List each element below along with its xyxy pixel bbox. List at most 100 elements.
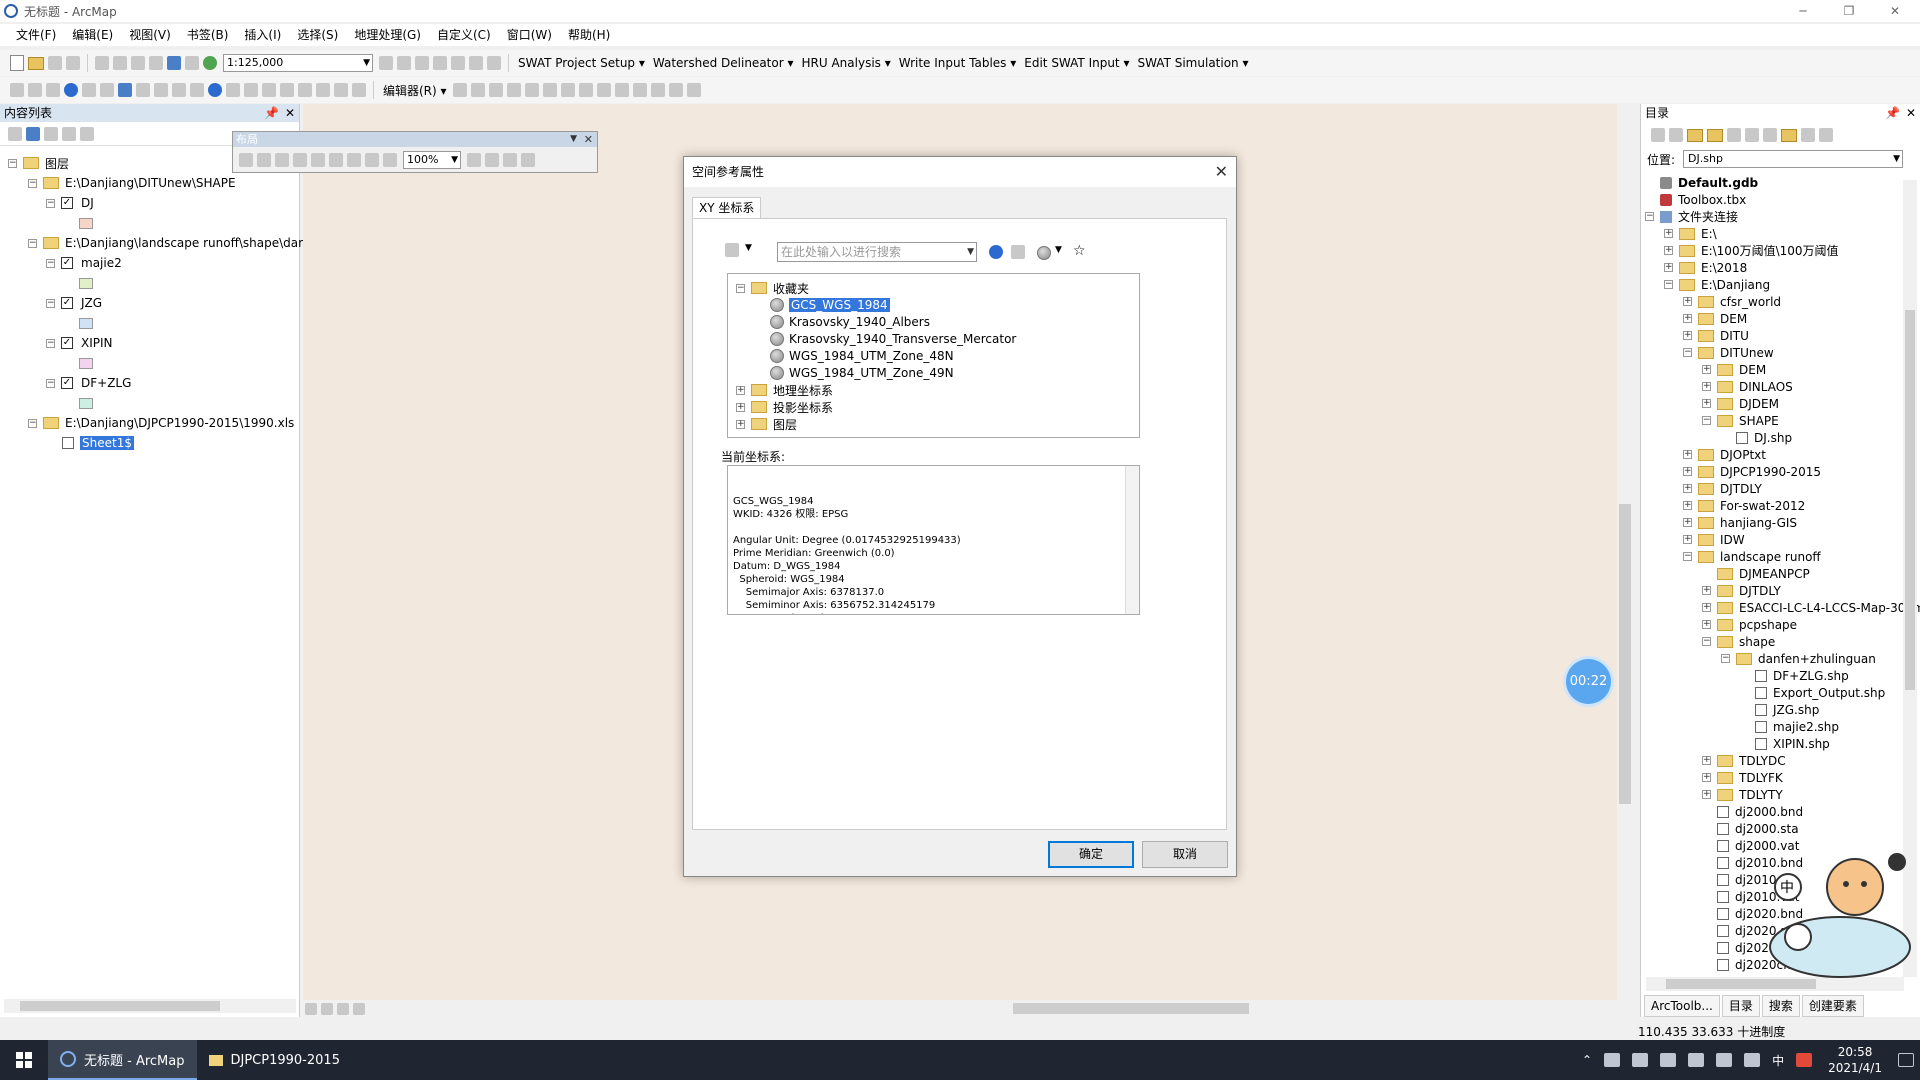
layer-visibility-checkbox[interactable]: ✓ — [61, 297, 73, 309]
measure-icon[interactable] — [262, 83, 276, 97]
open-icon[interactable] — [28, 56, 44, 70]
swat-simulation-menu[interactable]: SWAT Simulation ▾ — [1137, 56, 1248, 70]
volume-icon[interactable] — [1744, 1053, 1761, 1067]
tab-catalog[interactable]: 目录 — [1721, 995, 1760, 1017]
layout-zoom-combo[interactable]: 100% ▼ — [403, 151, 461, 169]
collapse-icon[interactable]: − — [28, 178, 37, 188]
select-features-icon[interactable] — [154, 83, 168, 97]
expand-icon[interactable]: + — [1683, 518, 1692, 527]
data-driven-pages-icon[interactable] — [521, 153, 535, 167]
tree-projected-cs[interactable]: + 投影坐标系 — [736, 399, 833, 415]
forward-extent-icon[interactable] — [136, 83, 150, 97]
tab-search[interactable]: 搜索 — [1761, 995, 1800, 1017]
catalog-item[interactable]: + E:\100万阈值\100万阈值 — [1664, 242, 1839, 259]
zoom-out-icon[interactable] — [257, 153, 271, 167]
end-point-arc-icon[interactable] — [506, 83, 521, 97]
restore-button[interactable]: ❐ — [1826, 0, 1872, 22]
expand-icon[interactable]: + — [1683, 484, 1692, 493]
catalog-item[interactable]: + TDLYTY — [1702, 786, 1783, 803]
catalog-item[interactable]: Export_Output.shp — [1740, 684, 1885, 701]
expand-icon[interactable]: + — [1683, 535, 1692, 544]
collapse-icon[interactable]: − — [1702, 637, 1711, 646]
trace-icon[interactable] — [524, 83, 539, 97]
catalog-item[interactable]: + DJOPtxt — [1683, 446, 1766, 463]
menu-geoprocessing[interactable]: 地理处理(G) — [346, 24, 429, 46]
pause-drawing-icon[interactable] — [353, 1002, 365, 1015]
catalog-item[interactable]: DF+ZLG.shp — [1740, 667, 1849, 684]
chevron-down-icon[interactable]: ▼ — [570, 132, 577, 147]
catalog-item[interactable]: + DJDEM — [1702, 395, 1779, 412]
expand-icon[interactable]: + — [1683, 467, 1692, 476]
expand-icon[interactable]: + — [1683, 331, 1692, 340]
notification-icon[interactable] — [1898, 1053, 1914, 1067]
point-icon[interactable] — [542, 83, 557, 97]
hyperlink-icon[interactable] — [226, 83, 240, 97]
expand-icon[interactable]: + — [736, 419, 745, 429]
expand-icon[interactable]: + — [1664, 263, 1673, 272]
catalog-item[interactable]: + cfsr_world — [1683, 293, 1781, 310]
close-button[interactable]: ✕ — [1872, 0, 1918, 22]
swat-project-setup-menu[interactable]: SWAT Project Setup ▾ — [518, 56, 645, 70]
search-icon[interactable] — [989, 245, 1003, 259]
toc-layer-xipin[interactable]: − ✓ XIPIN — [46, 334, 113, 352]
expand-icon[interactable]: + — [1683, 297, 1692, 306]
watershed-delineator-menu[interactable]: Watershed Delineator ▾ — [653, 56, 794, 70]
tree-geographic-cs[interactable]: + 地理坐标系 — [736, 382, 833, 398]
collapse-icon[interactable]: − — [1683, 348, 1692, 357]
catalog-item[interactable]: dj2000.sta — [1702, 820, 1799, 837]
taskbar-folder[interactable]: DJPCP1990-2015 — [197, 1040, 352, 1080]
back-extent-icon[interactable] — [118, 83, 132, 97]
search-input[interactable]: 在此处输入以进行搜索 ▼ — [777, 242, 977, 262]
tab-arctoolbox[interactable]: ArcToolb... — [1644, 995, 1720, 1017]
add-data-icon[interactable] — [203, 56, 217, 70]
cut-icon[interactable] — [95, 56, 109, 70]
details-scrollbar[interactable] — [1125, 466, 1139, 614]
viewer-window-icon[interactable] — [352, 83, 366, 97]
catalog-item[interactable]: DJ.shp — [1721, 429, 1792, 446]
pin-icon[interactable]: 📌 — [264, 104, 279, 122]
sync-icon[interactable] — [1801, 128, 1815, 142]
tree-layers[interactable]: + 图层 — [736, 416, 797, 432]
catalog-item[interactable]: + DEM — [1702, 361, 1766, 378]
focus-data-frame-icon[interactable] — [485, 153, 499, 167]
catalog-item[interactable]: Default.gdb — [1645, 174, 1758, 191]
zoom-in-icon[interactable] — [10, 83, 24, 97]
close-icon[interactable]: ✕ — [285, 104, 295, 122]
toc-layer-df-zlg[interactable]: − ✓ DF+ZLG — [46, 374, 131, 392]
views-icon[interactable] — [1763, 128, 1777, 142]
catalog-item[interactable]: + hanjiang-GIS — [1683, 514, 1797, 531]
back-icon[interactable] — [365, 153, 379, 167]
clock[interactable]: 20:58 2021/4/1 — [1828, 1044, 1882, 1076]
sketch-properties-icon[interactable] — [668, 83, 683, 97]
expand-icon[interactable]: + — [1664, 246, 1673, 255]
pin-icon[interactable]: 📌 — [1885, 104, 1900, 122]
catalog-item[interactable]: − DITUnew — [1683, 344, 1774, 361]
map-scale-combo[interactable]: 1:125,000 ▼ — [223, 54, 373, 72]
go-to-xy-icon[interactable] — [316, 83, 330, 97]
zoom-whole-page-icon[interactable] — [293, 153, 307, 167]
expand-icon[interactable]: + — [1702, 382, 1711, 391]
pan-icon[interactable] — [275, 153, 289, 167]
arctoolbox-icon[interactable] — [451, 56, 465, 70]
layer-visibility-checkbox[interactable]: ✓ — [61, 337, 73, 349]
split-icon[interactable] — [614, 83, 629, 97]
map-horizontal-scroll-thumb[interactable] — [1013, 1003, 1249, 1014]
expand-icon[interactable]: + — [1702, 365, 1711, 374]
tab-create-features[interactable]: 创建要素 — [1801, 995, 1864, 1017]
cancel-button[interactable]: 取消 — [1142, 841, 1228, 868]
catalog-item[interactable]: + E:\2018 — [1664, 259, 1747, 276]
expand-icon[interactable]: + — [736, 385, 745, 395]
list-by-drawing-order-icon[interactable] — [8, 126, 22, 141]
toggle-draft-mode-icon[interactable] — [467, 153, 481, 167]
catalog-item[interactable]: + DINLAOS — [1702, 378, 1793, 395]
reshape-icon[interactable] — [578, 83, 593, 97]
edit-annotation-icon[interactable] — [470, 83, 485, 97]
catalog-item[interactable]: majie2.shp — [1740, 718, 1839, 735]
close-icon[interactable]: ✕ — [1215, 157, 1228, 187]
catalog-item[interactable]: + DEM — [1683, 310, 1747, 327]
delete-icon[interactable] — [149, 56, 163, 70]
fixed-zoom-out-icon[interactable] — [347, 153, 361, 167]
toc-group-ditunew-shape[interactable]: − E:\Danjiang\DITUnew\SHAPE — [28, 174, 236, 192]
search-window-icon[interactable] — [433, 56, 447, 70]
refresh-icon[interactable] — [337, 1002, 349, 1015]
